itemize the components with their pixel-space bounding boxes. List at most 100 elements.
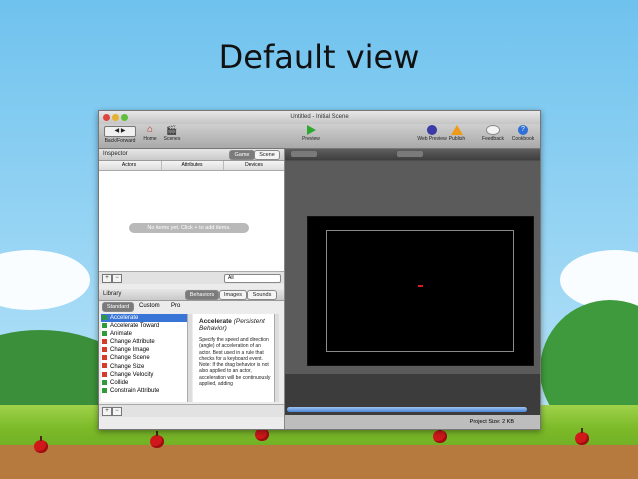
behavior-item[interactable]: Collide — [101, 379, 191, 387]
library-title: Library — [103, 291, 122, 297]
behavior-label: Constrain Attribute — [110, 387, 160, 394]
inspector-tabs: Actors Attributes Devices — [99, 161, 284, 171]
stage-background — [285, 161, 540, 374]
back-forward-label: Back/Forward — [104, 138, 136, 144]
preview-button[interactable]: Preview — [299, 125, 323, 142]
inspector-header: Inspector Game Scene — [99, 149, 284, 161]
behavior-label: Change Velocity — [110, 371, 154, 378]
behavior-item[interactable]: Change Image — [101, 346, 191, 354]
behavior-item[interactable]: Animate — [101, 330, 191, 338]
tab-pro[interactable]: Pro — [171, 301, 180, 312]
slide-title: Default view — [218, 38, 420, 76]
close-window-button[interactable] — [103, 114, 110, 121]
scenes-label: Scenes — [163, 136, 181, 142]
inspector-footer: + − All — [99, 271, 284, 284]
back-forward-icon: ◀ ▶ — [104, 126, 136, 137]
toolbar: ◀ ▶ Back/Forward ⌂ Home 🎬 Scenes Preview… — [99, 124, 540, 149]
help-icon: ? — [518, 125, 528, 135]
app-window: Untitled - Initial Scene ◀ ▶ Back/Forwar… — [98, 110, 541, 430]
behavior-label: Animate — [110, 331, 133, 338]
scene-stage[interactable] — [307, 216, 534, 366]
behavior-item[interactable]: Change Velocity — [101, 371, 191, 379]
feedback-button[interactable]: Feedback — [480, 125, 506, 142]
behavior-item[interactable]: Accelerate — [101, 314, 191, 323]
publish-arrow-icon — [451, 125, 463, 135]
behavior-label: Accelerate — [110, 315, 139, 321]
behavior-label: Change Scene — [110, 355, 150, 362]
home-button[interactable]: ⌂ Home — [141, 124, 159, 143]
behavior-icon — [102, 355, 107, 361]
remove-behavior-button[interactable]: − — [112, 407, 122, 416]
apple-icon — [433, 426, 447, 443]
empty-actors-message: No items yet. Click + to add items. — [129, 223, 249, 233]
zoom-window-button[interactable] — [121, 114, 128, 121]
window-title: Untitled - Initial Scene — [290, 114, 349, 120]
behavior-item[interactable]: Change Scene — [101, 354, 191, 362]
actors-list[interactable]: No items yet. Click + to add items. — [99, 171, 284, 271]
home-icon: ⌂ — [146, 124, 154, 135]
behavior-list-scrollbar[interactable] — [187, 314, 192, 402]
speech-bubble-icon — [486, 125, 500, 135]
clapperboard-icon: 🎬 — [166, 125, 178, 135]
scene-segment[interactable]: Scene — [254, 150, 280, 160]
home-label: Home — [143, 136, 157, 142]
behavior-label: Collide — [110, 379, 129, 386]
web-preview-label: Web Preview — [417, 136, 447, 142]
add-behavior-button[interactable]: + — [102, 407, 112, 416]
sounds-segment[interactable]: Sounds — [247, 290, 277, 300]
tab-attributes[interactable]: Attributes — [161, 161, 222, 170]
behavior-desc-title: Accelerate — [199, 318, 232, 325]
scene-editor: Project Size: 2 KB — [285, 149, 540, 429]
game-segment[interactable]: Game — [229, 150, 255, 160]
playback-controls[interactable] — [397, 151, 423, 157]
camera-bounds — [326, 230, 514, 352]
publish-label: Publish — [448, 136, 466, 142]
behavior-item[interactable]: Change Size — [101, 363, 191, 371]
cookbook-label: Cookbook — [511, 136, 535, 142]
project-size: Project Size: 2 KB — [469, 419, 514, 425]
publish-button[interactable]: Publish — [446, 125, 468, 142]
cookbook-button[interactable]: ? Cookbook — [508, 125, 538, 142]
behavior-desc-body: Specify the speed and direction (angle) … — [199, 337, 271, 388]
apple-icon — [575, 428, 589, 445]
behavior-icon — [102, 379, 107, 385]
library-tabs: Standard Custom Pro — [99, 301, 284, 312]
add-actor-button[interactable]: + — [102, 274, 112, 283]
crosshair-icon — [418, 285, 423, 287]
behavior-icon — [102, 339, 107, 345]
behavior-icon — [102, 371, 107, 377]
behavior-desc-heading: Accelerate (Persistent Behavior) — [199, 318, 274, 332]
images-segment[interactable]: Images — [219, 290, 247, 300]
camera-mode-button[interactable] — [291, 151, 317, 157]
description-scrollbar[interactable] — [274, 314, 279, 402]
scene-horizontal-scrollbar[interactable] — [287, 407, 527, 412]
scenes-button[interactable]: 🎬 Scenes — [161, 125, 183, 142]
behavior-icon — [102, 331, 107, 337]
dirt — [0, 445, 638, 479]
behavior-item[interactable]: Accelerate Toward — [101, 322, 191, 330]
globe-icon — [427, 125, 437, 135]
status-bar: Project Size: 2 KB — [285, 415, 540, 429]
behavior-label: Accelerate Toward — [110, 323, 160, 330]
tab-devices[interactable]: Devices — [223, 161, 284, 170]
behaviors-segment[interactable]: Behaviors — [185, 290, 219, 300]
actor-filter-select[interactable]: All — [224, 274, 281, 283]
behavior-list: Accelerate Accelerate Toward Animate Cha… — [101, 314, 192, 402]
web-preview-button[interactable]: Web Preview — [417, 125, 447, 142]
scene-toolbar — [285, 149, 540, 160]
feedback-label: Feedback — [482, 136, 504, 142]
behavior-icon — [102, 363, 107, 369]
tab-custom[interactable]: Custom — [139, 301, 160, 312]
behavior-item[interactable]: Constrain Attribute — [101, 387, 191, 395]
library-footer: + − — [99, 404, 284, 417]
tab-actors[interactable]: Actors — [99, 161, 159, 170]
behavior-item[interactable]: Change Attribute — [101, 338, 191, 346]
remove-actor-button[interactable]: − — [112, 274, 122, 283]
behavior-icon — [102, 387, 107, 393]
inspector-title: Inspector — [103, 151, 128, 157]
back-forward-button[interactable]: ◀ ▶ Back/Forward — [102, 126, 138, 144]
preview-label: Preview — [302, 136, 320, 142]
minimize-window-button[interactable] — [112, 114, 119, 121]
behavior-description: Accelerate (Persistent Behavior) Specify… — [193, 314, 279, 402]
tab-standard[interactable]: Standard — [102, 302, 134, 312]
